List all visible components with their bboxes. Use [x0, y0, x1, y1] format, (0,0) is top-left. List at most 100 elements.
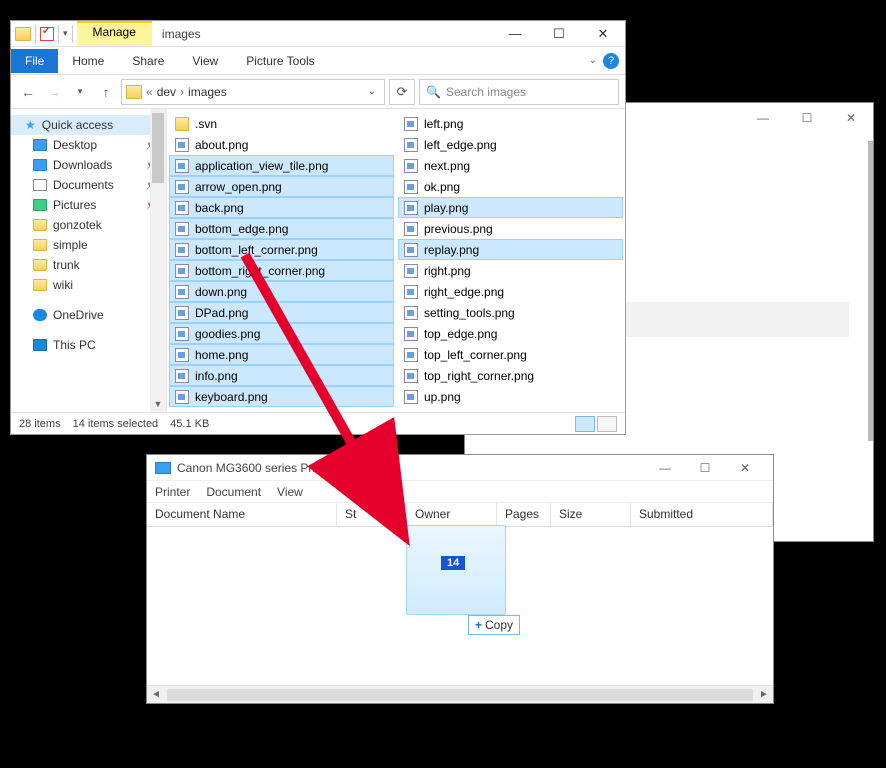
nav-desktop[interactable]: Desktop📌 [11, 135, 166, 155]
folder-icon [33, 279, 47, 291]
file-item[interactable]: ok.png [398, 176, 623, 197]
file-item[interactable]: bottom_right_corner.png [169, 260, 394, 281]
scroll-thumb[interactable] [152, 113, 164, 183]
address-bar[interactable]: « dev › images ⌄ [121, 79, 385, 105]
refresh-button[interactable]: ⟳ [389, 79, 415, 105]
close-button[interactable]: ✕ [829, 103, 873, 133]
file-item[interactable]: keyboard.png [169, 386, 394, 407]
maximize-button[interactable]: ☐ [785, 103, 829, 133]
file-name: top_left_corner.png [424, 348, 527, 362]
view-tab[interactable]: View [178, 49, 232, 73]
up-button[interactable]: ↑ [95, 84, 117, 100]
breadcrumb-images[interactable]: images [188, 85, 227, 99]
file-item[interactable]: left_edge.png [398, 134, 623, 155]
thumbnails-view-button[interactable] [597, 416, 617, 432]
file-item[interactable]: info.png [169, 365, 394, 386]
nav-folder-gonzotek[interactable]: gonzotek [11, 215, 166, 235]
col-size[interactable]: Size [551, 503, 631, 526]
file-item[interactable]: up.png [398, 386, 623, 407]
horizontal-scrollbar[interactable]: ◄ ► [147, 685, 773, 703]
manage-contextual-tab[interactable]: Manage [77, 21, 152, 46]
nav-onedrive[interactable]: OneDrive [11, 305, 166, 325]
picture-tools-tab[interactable]: Picture Tools [232, 49, 328, 73]
file-item[interactable]: home.png [169, 344, 394, 365]
nav-downloads[interactable]: Downloads📌 [11, 155, 166, 175]
file-item[interactable]: previous.png [398, 218, 623, 239]
share-tab[interactable]: Share [118, 49, 178, 73]
nav-folder-wiki[interactable]: wiki [11, 275, 166, 295]
minimize-button[interactable]: — [645, 461, 685, 475]
file-item[interactable]: top_right_corner.png [398, 365, 623, 386]
file-item[interactable]: top_left_corner.png [398, 344, 623, 365]
file-item[interactable]: top_edge.png [398, 323, 623, 344]
file-name: ok.png [424, 180, 460, 194]
file-item[interactable]: goodies.png [169, 323, 394, 344]
file-item[interactable]: arrow_open.png [169, 176, 394, 197]
navpane-scrollbar[interactable]: ▲ ▼ [150, 109, 166, 412]
help-icon[interactable]: ? [603, 53, 619, 69]
file-item[interactable]: right.png [398, 260, 623, 281]
file-list[interactable]: .svnabout.pngapplication_view_tile.pngar… [167, 109, 625, 412]
details-view-button[interactable] [575, 416, 595, 432]
col-status[interactable]: St [337, 503, 407, 526]
close-button[interactable]: ✕ [725, 461, 765, 475]
qat-dropdown-icon[interactable]: ▾ [63, 28, 68, 39]
image-file-icon [175, 348, 189, 362]
file-name: back.png [195, 201, 244, 215]
settings-scrollbar[interactable] [868, 141, 873, 441]
menu-document[interactable]: Document [206, 485, 261, 499]
col-owner[interactable]: Owner [407, 503, 497, 526]
file-item[interactable]: replay.png [398, 239, 623, 260]
file-item[interactable]: play.png [398, 197, 623, 218]
file-item[interactable]: bottom_left_corner.png [169, 239, 394, 260]
nav-pictures[interactable]: Pictures📌 [11, 195, 166, 215]
image-file-icon [404, 327, 418, 341]
file-item[interactable]: next.png [398, 155, 623, 176]
file-item[interactable]: .svn [169, 113, 394, 134]
file-item[interactable]: DPad.png [169, 302, 394, 323]
menu-printer[interactable]: Printer [155, 485, 190, 499]
forward-button[interactable]: → [43, 84, 65, 100]
nav-quick-access[interactable]: ★Quick access [11, 115, 166, 135]
image-file-icon [404, 369, 418, 383]
properties-icon[interactable] [40, 27, 54, 41]
minimize-button[interactable]: — [493, 21, 537, 46]
maximize-button[interactable]: ☐ [537, 21, 581, 46]
scroll-down-icon[interactable]: ▼ [150, 396, 166, 412]
close-button[interactable]: ✕ [581, 21, 625, 46]
scroll-left-icon[interactable]: ◄ [147, 689, 165, 700]
nav-this-pc[interactable]: This PC [11, 335, 166, 355]
image-file-icon [175, 306, 189, 320]
file-item[interactable]: down.png [169, 281, 394, 302]
file-item[interactable]: about.png [169, 134, 394, 155]
col-submitted[interactable]: Submitted [631, 503, 773, 526]
file-item[interactable]: setting_tools.png [398, 302, 623, 323]
ribbon-expand-icon[interactable]: ⌄ [583, 55, 603, 66]
file-item[interactable]: back.png [169, 197, 394, 218]
minimize-button[interactable]: — [741, 103, 785, 133]
nav-documents[interactable]: Documents📌 [11, 175, 166, 195]
address-dropdown-icon[interactable]: ⌄ [364, 86, 380, 97]
col-pages[interactable]: Pages [497, 503, 551, 526]
col-document-name[interactable]: Document Name [147, 503, 337, 526]
home-tab[interactable]: Home [58, 49, 118, 73]
scroll-thumb[interactable] [167, 689, 753, 701]
search-input[interactable]: 🔍 Search images [419, 79, 619, 105]
column-headers: Document Name St Owner Pages Size Submit… [147, 503, 773, 527]
nav-folder-trunk[interactable]: trunk [11, 255, 166, 275]
file-item[interactable]: right_edge.png [398, 281, 623, 302]
recent-dropdown-icon[interactable]: ▾ [69, 86, 91, 97]
image-file-icon [175, 243, 189, 257]
window-title: images [152, 27, 493, 41]
file-item[interactable]: left.png [398, 113, 623, 134]
breadcrumb-dev[interactable]: dev [157, 85, 176, 99]
back-button[interactable]: ← [17, 84, 39, 100]
file-name: bottom_right_corner.png [195, 264, 325, 278]
file-item[interactable]: application_view_tile.png [169, 155, 394, 176]
nav-folder-simple[interactable]: simple [11, 235, 166, 255]
scroll-right-icon[interactable]: ► [755, 689, 773, 700]
menu-view[interactable]: View [277, 485, 303, 499]
file-item[interactable]: bottom_edge.png [169, 218, 394, 239]
maximize-button[interactable]: ☐ [685, 461, 725, 475]
file-tab[interactable]: File [11, 49, 58, 73]
